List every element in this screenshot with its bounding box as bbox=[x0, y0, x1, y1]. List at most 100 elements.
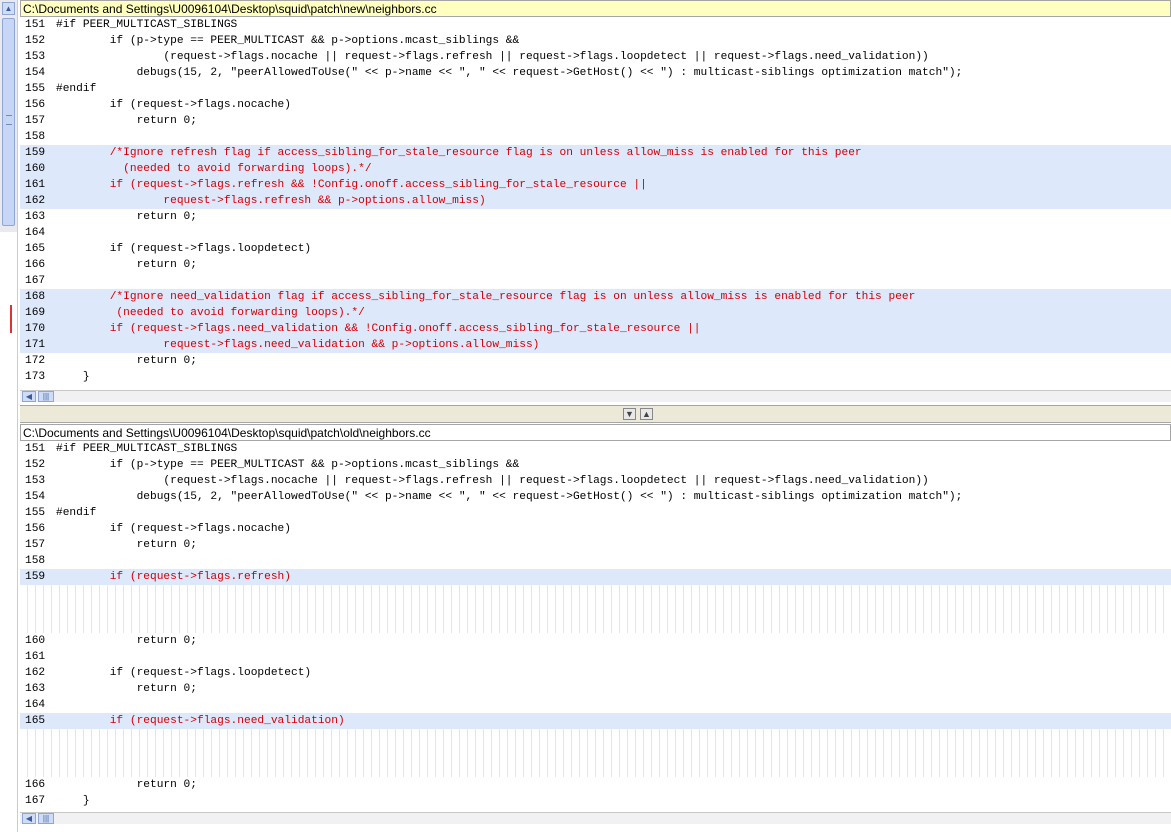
diff-placeholder-line[interactable] bbox=[20, 729, 1171, 745]
diff-placeholder-line[interactable] bbox=[20, 585, 1171, 601]
code-line[interactable]: 152 if (p->type == PEER_MULTICAST && p->… bbox=[20, 33, 1171, 49]
code-line[interactable]: 167 } bbox=[20, 793, 1171, 809]
scroll-left-icon[interactable]: ◀ bbox=[22, 391, 36, 402]
code-line[interactable]: 154 debugs(15, 2, "peerAllowedToUse(" <<… bbox=[20, 65, 1171, 81]
scroll-left-icon[interactable]: ◀ bbox=[22, 813, 36, 824]
code-line[interactable]: 161 if (request->flags.refresh && !Confi… bbox=[20, 177, 1171, 193]
code-line[interactable]: 165 if (request->flags.need_validation) bbox=[20, 713, 1171, 729]
code-line[interactable]: 152 if (p->type == PEER_MULTICAST && p->… bbox=[20, 457, 1171, 473]
code-text: if (request->flags.nocache) bbox=[56, 99, 291, 111]
code-text: if (request->flags.need_validation) bbox=[56, 715, 345, 727]
code-line[interactable]: 163 return 0; bbox=[20, 209, 1171, 225]
code-line[interactable]: 173 } bbox=[20, 369, 1171, 385]
code-text: #if PEER_MULTICAST_SIBLINGS bbox=[56, 443, 238, 455]
code-line[interactable]: 158 bbox=[20, 129, 1171, 145]
horizontal-scrollbar-bottom[interactable]: ◀ ||| bbox=[20, 812, 1171, 824]
scrollbar-thumb[interactable] bbox=[2, 18, 15, 226]
code-line[interactable]: 172 return 0; bbox=[20, 353, 1171, 369]
line-number: 151 bbox=[25, 19, 46, 31]
code-line[interactable]: 156 if (request->flags.nocache) bbox=[20, 97, 1171, 113]
line-number: 154 bbox=[25, 491, 46, 503]
line-number: 163 bbox=[25, 211, 46, 223]
line-number: 159 bbox=[25, 571, 46, 583]
line-number: 164 bbox=[25, 227, 46, 239]
code-text: /*Ignore need_validation flag if access_… bbox=[56, 291, 916, 303]
line-number: 162 bbox=[25, 667, 46, 679]
code-text: /*Ignore refresh flag if access_sibling_… bbox=[56, 147, 862, 159]
code-text: debugs(15, 2, "peerAllowedToUse(" << p->… bbox=[56, 491, 963, 503]
diff-marker bbox=[10, 305, 12, 333]
scroll-grip-icon[interactable]: ||| bbox=[38, 391, 54, 402]
code-line[interactable]: 153 (request->flags.nocache || request->… bbox=[20, 49, 1171, 65]
code-line[interactable]: 164 bbox=[20, 697, 1171, 713]
code-text: (needed to avoid forwarding loops).*/ bbox=[56, 163, 372, 175]
next-diff-icon[interactable]: ▼ bbox=[623, 408, 636, 420]
code-line[interactable]: 155 #endif bbox=[20, 505, 1171, 521]
code-text: (request->flags.nocache || request->flag… bbox=[56, 51, 929, 63]
code-line[interactable]: 156 if (request->flags.nocache) bbox=[20, 521, 1171, 537]
code-line[interactable]: 168 /*Ignore need_validation flag if acc… bbox=[20, 289, 1171, 305]
diff-placeholder-line[interactable] bbox=[20, 745, 1171, 761]
code-line[interactable]: 171 request->flags.need_validation && p-… bbox=[20, 337, 1171, 353]
code-line[interactable]: 160 (needed to avoid forwarding loops).*… bbox=[20, 161, 1171, 177]
code-line[interactable]: 151 #if PEER_MULTICAST_SIBLINGS bbox=[20, 17, 1171, 33]
code-line[interactable]: 154 debugs(15, 2, "peerAllowedToUse(" <<… bbox=[20, 489, 1171, 505]
line-number: 169 bbox=[25, 307, 46, 319]
line-number: 161 bbox=[25, 651, 46, 663]
line-number: 156 bbox=[25, 99, 46, 111]
diff-placeholder-line[interactable] bbox=[20, 601, 1171, 617]
pane-splitter[interactable]: ▼ ▲ bbox=[20, 405, 1171, 423]
code-line[interactable]: 162 if (request->flags.loopdetect) bbox=[20, 665, 1171, 681]
code-text: if (request->flags.refresh) bbox=[56, 571, 291, 583]
code-line[interactable]: 157 return 0; bbox=[20, 113, 1171, 129]
code-text: request->flags.need_validation && p->opt… bbox=[56, 339, 540, 351]
line-number: 160 bbox=[25, 163, 46, 175]
line-number: 171 bbox=[25, 339, 46, 351]
code-text: } bbox=[56, 371, 90, 383]
code-text: if (request->flags.need_validation && !C… bbox=[56, 323, 701, 335]
line-number: 151 bbox=[25, 443, 46, 455]
code-text: return 0; bbox=[56, 211, 197, 223]
line-number: 167 bbox=[25, 795, 46, 807]
code-line[interactable]: 164 bbox=[20, 225, 1171, 241]
new-file-code[interactable]: 151 #if PEER_MULTICAST_SIBLINGS 152 if (p-… bbox=[20, 17, 1171, 390]
code-line[interactable]: 159 /*Ignore refresh flag if access_sibl… bbox=[20, 145, 1171, 161]
code-line[interactable]: 163 return 0; bbox=[20, 681, 1171, 697]
code-line[interactable]: 166 return 0; bbox=[20, 777, 1171, 793]
line-number: 153 bbox=[25, 51, 46, 63]
diff-placeholder-line[interactable] bbox=[20, 761, 1171, 777]
diff-placeholder-line[interactable] bbox=[20, 617, 1171, 633]
horizontal-scrollbar-top[interactable]: ◀ ||| bbox=[20, 390, 1171, 402]
code-line[interactable]: 158 bbox=[20, 553, 1171, 569]
code-line[interactable]: 151 #if PEER_MULTICAST_SIBLINGS bbox=[20, 441, 1171, 457]
code-line[interactable]: 155 #endif bbox=[20, 81, 1171, 97]
code-text: #endif bbox=[56, 83, 97, 95]
old-file-code[interactable]: 151 #if PEER_MULTICAST_SIBLINGS 152 if (p-… bbox=[20, 441, 1171, 814]
code-line[interactable]: 161 bbox=[20, 649, 1171, 665]
code-line[interactable]: 166 return 0; bbox=[20, 257, 1171, 273]
code-text: return 0; bbox=[56, 635, 197, 647]
code-line[interactable]: 159 if (request->flags.refresh) bbox=[20, 569, 1171, 585]
line-number: 161 bbox=[25, 179, 46, 191]
code-line[interactable]: 162 request->flags.refresh && p->options… bbox=[20, 193, 1171, 209]
code-line[interactable]: 165 if (request->flags.loopdetect) bbox=[20, 241, 1171, 257]
code-line[interactable]: 169 (needed to avoid forwarding loops).*… bbox=[20, 305, 1171, 321]
code-line[interactable]: 157 return 0; bbox=[20, 537, 1171, 553]
code-text: if (request->flags.nocache) bbox=[56, 523, 291, 535]
code-line[interactable]: 160 return 0; bbox=[20, 633, 1171, 649]
line-number: 155 bbox=[25, 83, 46, 95]
vertical-scrollbar[interactable]: ▲ bbox=[0, 0, 18, 232]
line-number: 153 bbox=[25, 475, 46, 487]
code-line[interactable]: 170 if (request->flags.need_validation &… bbox=[20, 321, 1171, 337]
line-number: 152 bbox=[25, 459, 46, 471]
line-number: 165 bbox=[25, 243, 46, 255]
code-line[interactable]: 167 bbox=[20, 273, 1171, 289]
scroll-grip-icon[interactable]: ||| bbox=[38, 813, 54, 824]
code-line[interactable]: 153 (request->flags.nocache || request->… bbox=[20, 473, 1171, 489]
prev-diff-icon[interactable]: ▲ bbox=[640, 408, 653, 420]
new-file-path: C:\Documents and Settings\U0096104\Deskt… bbox=[20, 0, 1171, 17]
new-file-pane: C:\Documents and Settings\U0096104\Deskt… bbox=[20, 0, 1171, 405]
line-number: 167 bbox=[25, 275, 46, 287]
code-text: if (p->type == PEER_MULTICAST && p->opti… bbox=[56, 459, 520, 471]
scroll-up-icon[interactable]: ▲ bbox=[2, 2, 15, 15]
